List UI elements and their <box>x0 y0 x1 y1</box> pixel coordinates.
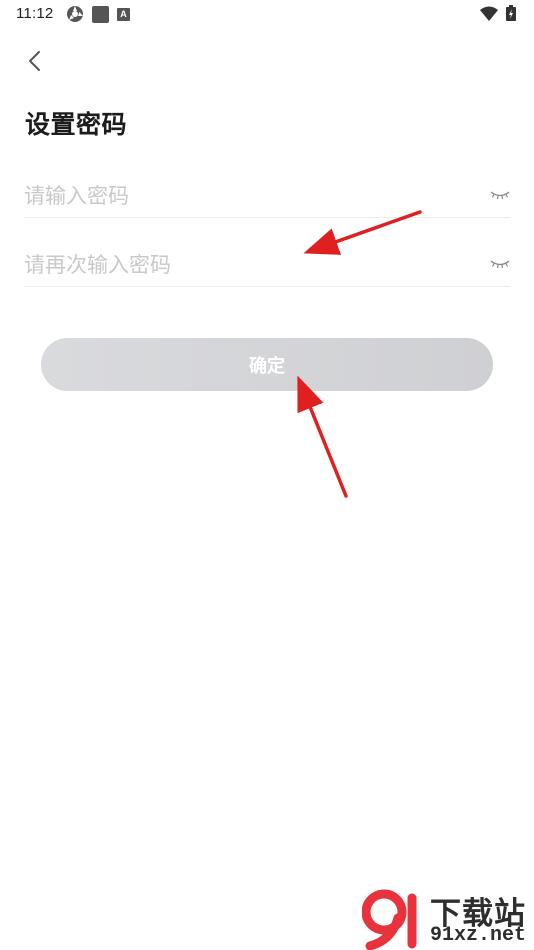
password-input[interactable] <box>24 178 474 214</box>
watermark: 下载站 91xz.net <box>362 888 534 950</box>
status-icons-right <box>480 5 516 21</box>
sync-icon <box>67 6 83 22</box>
status-icons-left: A <box>66 5 130 23</box>
watermark-logo <box>362 889 417 950</box>
chevron-left-icon <box>29 51 40 71</box>
annotation-overlay <box>297 210 422 498</box>
password-field <box>24 174 510 218</box>
page-title: 设置密码 <box>25 110 128 139</box>
battery-icon <box>506 5 516 21</box>
status-bar: 11:12 A <box>0 0 534 28</box>
closed-eye-icon[interactable] <box>490 257 510 271</box>
back-button[interactable] <box>22 46 50 78</box>
confirm-button[interactable]: 确定 <box>41 338 493 391</box>
status-time: 11:12 <box>16 5 54 22</box>
confirm-password-field <box>24 243 510 287</box>
wifi-icon <box>480 6 498 21</box>
a-icon: A <box>117 7 130 21</box>
annotation-arrow-to-button <box>297 375 348 498</box>
closed-eye-icon[interactable] <box>490 188 510 202</box>
watermark-url: 91xz.net <box>430 924 527 947</box>
square-icon <box>92 5 109 23</box>
confirm-password-input[interactable] <box>24 247 474 283</box>
